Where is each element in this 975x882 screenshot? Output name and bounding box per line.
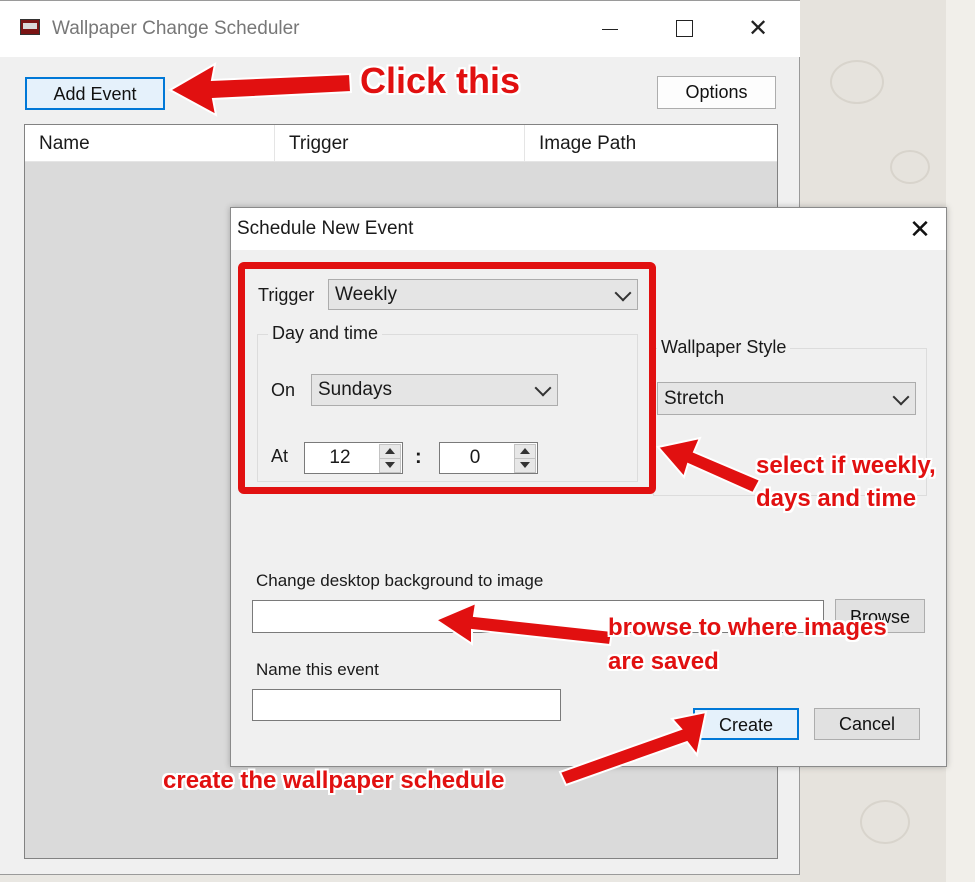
annotation-create: create the wallpaper schedule bbox=[163, 767, 505, 794]
arrow-to-highlight bbox=[656, 436, 762, 495]
arrow-to-image-path bbox=[433, 601, 614, 647]
annotation-weekly-line1: select if weekly, bbox=[756, 452, 936, 479]
annotation-browse-line1: browse to where images bbox=[608, 614, 887, 641]
annotation-weekly-line2: days and time bbox=[756, 485, 917, 512]
arrow-to-add-event bbox=[167, 62, 353, 117]
arrow-to-create bbox=[558, 710, 708, 787]
annotation-browse-line2: are saved bbox=[608, 648, 719, 675]
annotation-arrows bbox=[167, 62, 762, 787]
annotation-click-this: Click this bbox=[360, 60, 521, 101]
